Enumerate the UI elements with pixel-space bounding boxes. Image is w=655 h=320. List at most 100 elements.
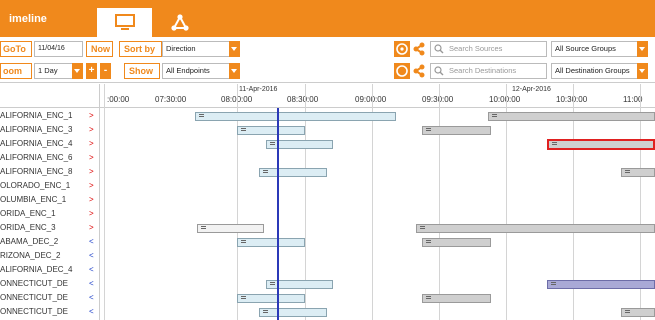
timeline-bar[interactable] [197, 224, 264, 233]
row-label[interactable]: ALIFORNIA_ENC_1 > [0, 111, 95, 125]
direction-indicator: < [89, 293, 94, 302]
target-icon [396, 43, 408, 55]
row-label[interactable]: ONNECTICUT_DE < [0, 307, 95, 320]
row-label[interactable]: ABAMA_DEC_2 < [0, 237, 95, 251]
row-name: ONNECTICUT_DE [0, 279, 69, 288]
row-name: ALIFORNIA_ENC_4 [0, 139, 73, 148]
filter-icon [426, 240, 431, 244]
show-select[interactable]: All Endpoints [162, 63, 240, 79]
row-label[interactable]: ALIFORNIA_ENC_8 > [0, 167, 95, 181]
timeline-bar[interactable] [237, 294, 305, 303]
direction-indicator: < [89, 279, 94, 288]
tab-screen[interactable] [97, 8, 152, 37]
zoom-out-button[interactable]: - [100, 63, 111, 79]
row-name: ONNECTICUT_DE [0, 293, 69, 302]
row-label[interactable]: ALIFORNIA_DEC_4 < [0, 265, 95, 279]
timeline-bar[interactable] [237, 126, 305, 135]
row-name: RIZONA_DEC_2 [0, 251, 61, 260]
source-share-button[interactable] [412, 41, 426, 57]
direction-indicator: < [89, 265, 94, 274]
direction-indicator: > [89, 181, 94, 190]
row-name: ONNECTICUT_DE [0, 307, 69, 316]
timeline-bar[interactable] [416, 224, 655, 233]
tab-network[interactable] [152, 8, 207, 37]
search-destinations-input[interactable]: Search Destinations [430, 63, 547, 79]
filter-icon [420, 226, 425, 230]
row-label[interactable]: ALIFORNIA_ENC_4 > [0, 139, 95, 153]
direction-indicator: > [89, 195, 94, 204]
goto-button[interactable]: GoTo [0, 41, 32, 57]
filter-icon [426, 296, 431, 300]
destination-share-button[interactable] [412, 63, 426, 79]
row-name: ALIFORNIA_ENC_6 [0, 153, 73, 162]
row-name: OLUMBIA_ENC_1 [0, 195, 67, 204]
direction-indicator: > [89, 139, 94, 148]
row-label[interactable]: OLORADO_ENC_1 > [0, 181, 95, 195]
direction-indicator: > [89, 153, 94, 162]
timeline-bar[interactable] [259, 168, 327, 177]
time-label: 08:30:00 [287, 95, 319, 104]
timeline-bar[interactable] [422, 238, 491, 247]
source-groups-select[interactable]: All Source Groups [551, 41, 648, 57]
chevron-down-icon[interactable] [637, 63, 648, 79]
row-name: ALIFORNIA_ENC_1 [0, 111, 73, 120]
timeline-bar[interactable] [547, 280, 655, 289]
filter-icon [625, 170, 630, 174]
chevron-down-icon[interactable] [229, 41, 240, 57]
source-groups-value: All Source Groups [555, 44, 616, 53]
timeline-bar[interactable] [422, 126, 491, 135]
share-icon [413, 42, 425, 56]
row-label[interactable]: ORIDA_ENC_1 > [0, 209, 95, 223]
timeline-bar-selected[interactable] [547, 139, 655, 150]
row-name: ALIFORNIA_DEC_4 [0, 265, 73, 274]
timeline-bar[interactable] [237, 238, 305, 247]
row-label[interactable]: ORIDA_ENC_3 > [0, 223, 95, 237]
search-icon [434, 44, 444, 54]
timeline-bar[interactable] [195, 112, 396, 121]
time-label: 09:30:00 [422, 95, 454, 104]
row-label[interactable]: ALIFORNIA_ENC_3 > [0, 125, 95, 139]
time-label: 09:00:00 [355, 95, 387, 104]
row-label[interactable]: OLUMBIA_ENC_1 > [0, 195, 95, 209]
timeline-bar[interactable] [422, 294, 491, 303]
sort-by-select[interactable]: Direction [162, 41, 240, 57]
row-label[interactable]: ONNECTICUT_DE < [0, 293, 95, 307]
filter-icon [492, 114, 497, 118]
direction-indicator: > [89, 125, 94, 134]
timeline-bar[interactable] [488, 112, 655, 121]
destination-groups-select[interactable]: All Destination Groups [551, 63, 648, 79]
row-name: OLORADO_ENC_1 [0, 181, 71, 190]
circle-icon [396, 65, 408, 77]
direction-indicator: > [89, 111, 94, 120]
chevron-down-icon[interactable] [229, 63, 240, 79]
filter-icon [263, 170, 268, 174]
timeline-bar[interactable] [621, 308, 655, 317]
app-header: imeline [0, 0, 655, 37]
chevron-down-icon[interactable] [637, 41, 648, 57]
time-label: 10:00:00 [489, 95, 521, 104]
share-icon [413, 64, 425, 78]
filter-icon [263, 310, 268, 314]
direction-indicator: > [89, 209, 94, 218]
chevron-down-icon[interactable] [72, 63, 83, 79]
filter-icon [552, 142, 557, 146]
direction-indicator: > [89, 167, 94, 176]
show-value: All Endpoints [166, 66, 210, 75]
timeline-bar[interactable] [621, 168, 655, 177]
current-time-marker[interactable] [277, 108, 279, 320]
timeline-bar[interactable] [259, 308, 327, 317]
filter-icon [241, 296, 246, 300]
source-target-button[interactable] [394, 41, 410, 57]
zoom-in-button[interactable]: + [86, 63, 97, 79]
search-sources-input[interactable]: Search Sources [430, 41, 547, 57]
row-label[interactable]: ONNECTICUT_DE < [0, 279, 95, 293]
destination-target-button[interactable] [394, 63, 410, 79]
zoom-label: oom [0, 63, 32, 79]
zoom-select[interactable]: 1 Day [34, 63, 83, 79]
row-name: ORIDA_ENC_3 [0, 223, 56, 232]
goto-date-field[interactable]: 11/04/16 [34, 41, 83, 57]
now-button[interactable]: Now [86, 41, 113, 57]
row-label[interactable]: RIZONA_DEC_2 < [0, 251, 95, 265]
filter-icon [270, 142, 275, 146]
row-label[interactable]: ALIFORNIA_ENC_6 > [0, 153, 95, 167]
